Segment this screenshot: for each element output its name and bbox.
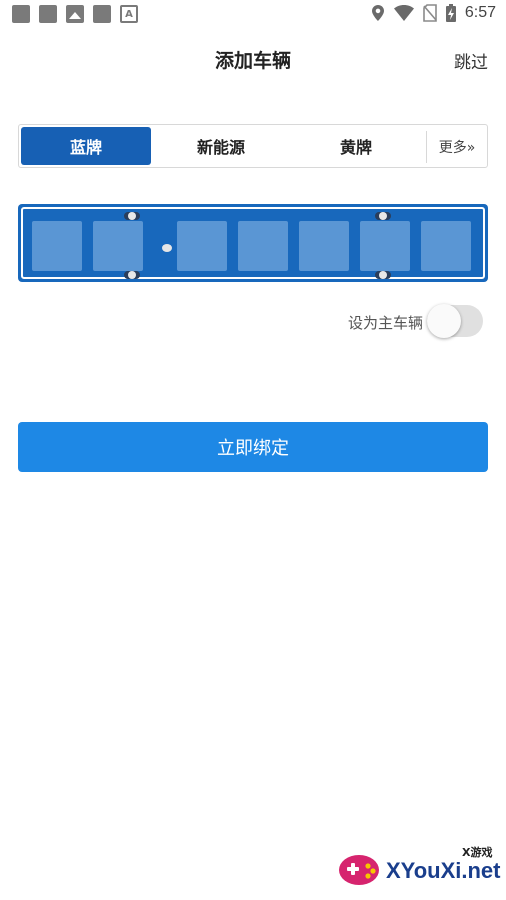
- plate-rivet: [375, 212, 391, 220]
- tab-new-energy[interactable]: 新能源: [156, 127, 286, 165]
- tab-yellow-plate[interactable]: 黄牌: [291, 127, 421, 165]
- primary-vehicle-toggle[interactable]: [427, 304, 483, 338]
- plate-rivet: [375, 271, 391, 279]
- bind-now-button[interactable]: 立即绑定: [18, 422, 488, 472]
- plate-char-cell-1[interactable]: [32, 221, 82, 271]
- notification-square-icon: [93, 5, 111, 23]
- plate-rivet: [124, 271, 140, 279]
- license-plate-input: [18, 204, 488, 282]
- text-a-icon: A: [120, 5, 138, 23]
- tab-blue-plate[interactable]: 蓝牌: [21, 127, 151, 165]
- plate-separator-dot: [162, 244, 172, 252]
- location-pin-icon: [371, 4, 385, 22]
- status-time: 6:57: [464, 4, 496, 21]
- plate-type-tabs: 蓝牌 新能源 黄牌 更多»: [18, 124, 488, 168]
- plate-rivet: [124, 212, 140, 220]
- status-bar: A 6:57: [0, 0, 506, 28]
- plate-char-cell-2[interactable]: [93, 221, 143, 271]
- plate-char-cell-6[interactable]: [360, 221, 410, 271]
- plate-char-cell-5[interactable]: [299, 221, 349, 271]
- no-sim-icon: [423, 4, 437, 22]
- plate-border: [21, 207, 485, 279]
- notification-square-icon: [12, 5, 30, 23]
- plate-char-cell-4[interactable]: [238, 221, 288, 271]
- page-title: 添加车辆: [214, 50, 291, 72]
- watermark: X游戏 XYouXi.net: [334, 840, 502, 896]
- notification-square-icon: [39, 5, 57, 23]
- gamepad-logo-icon: [339, 855, 379, 885]
- plate-char-cell-3[interactable]: [177, 221, 227, 271]
- image-icon: [66, 5, 84, 23]
- wifi-icon: [393, 4, 414, 22]
- plate-char-cell-7[interactable]: [421, 221, 471, 271]
- tab-more[interactable]: 更多»: [426, 131, 487, 163]
- skip-button[interactable]: 跳过: [454, 48, 488, 73]
- notification-icons: A: [12, 5, 138, 23]
- watermark-text: XYouXi.net: [386, 858, 501, 883]
- battery-charging-icon: [445, 4, 456, 22]
- primary-vehicle-label: 设为主车辆: [347, 314, 423, 332]
- toggle-knob: [427, 304, 461, 338]
- system-icons: 6:57: [371, 4, 496, 22]
